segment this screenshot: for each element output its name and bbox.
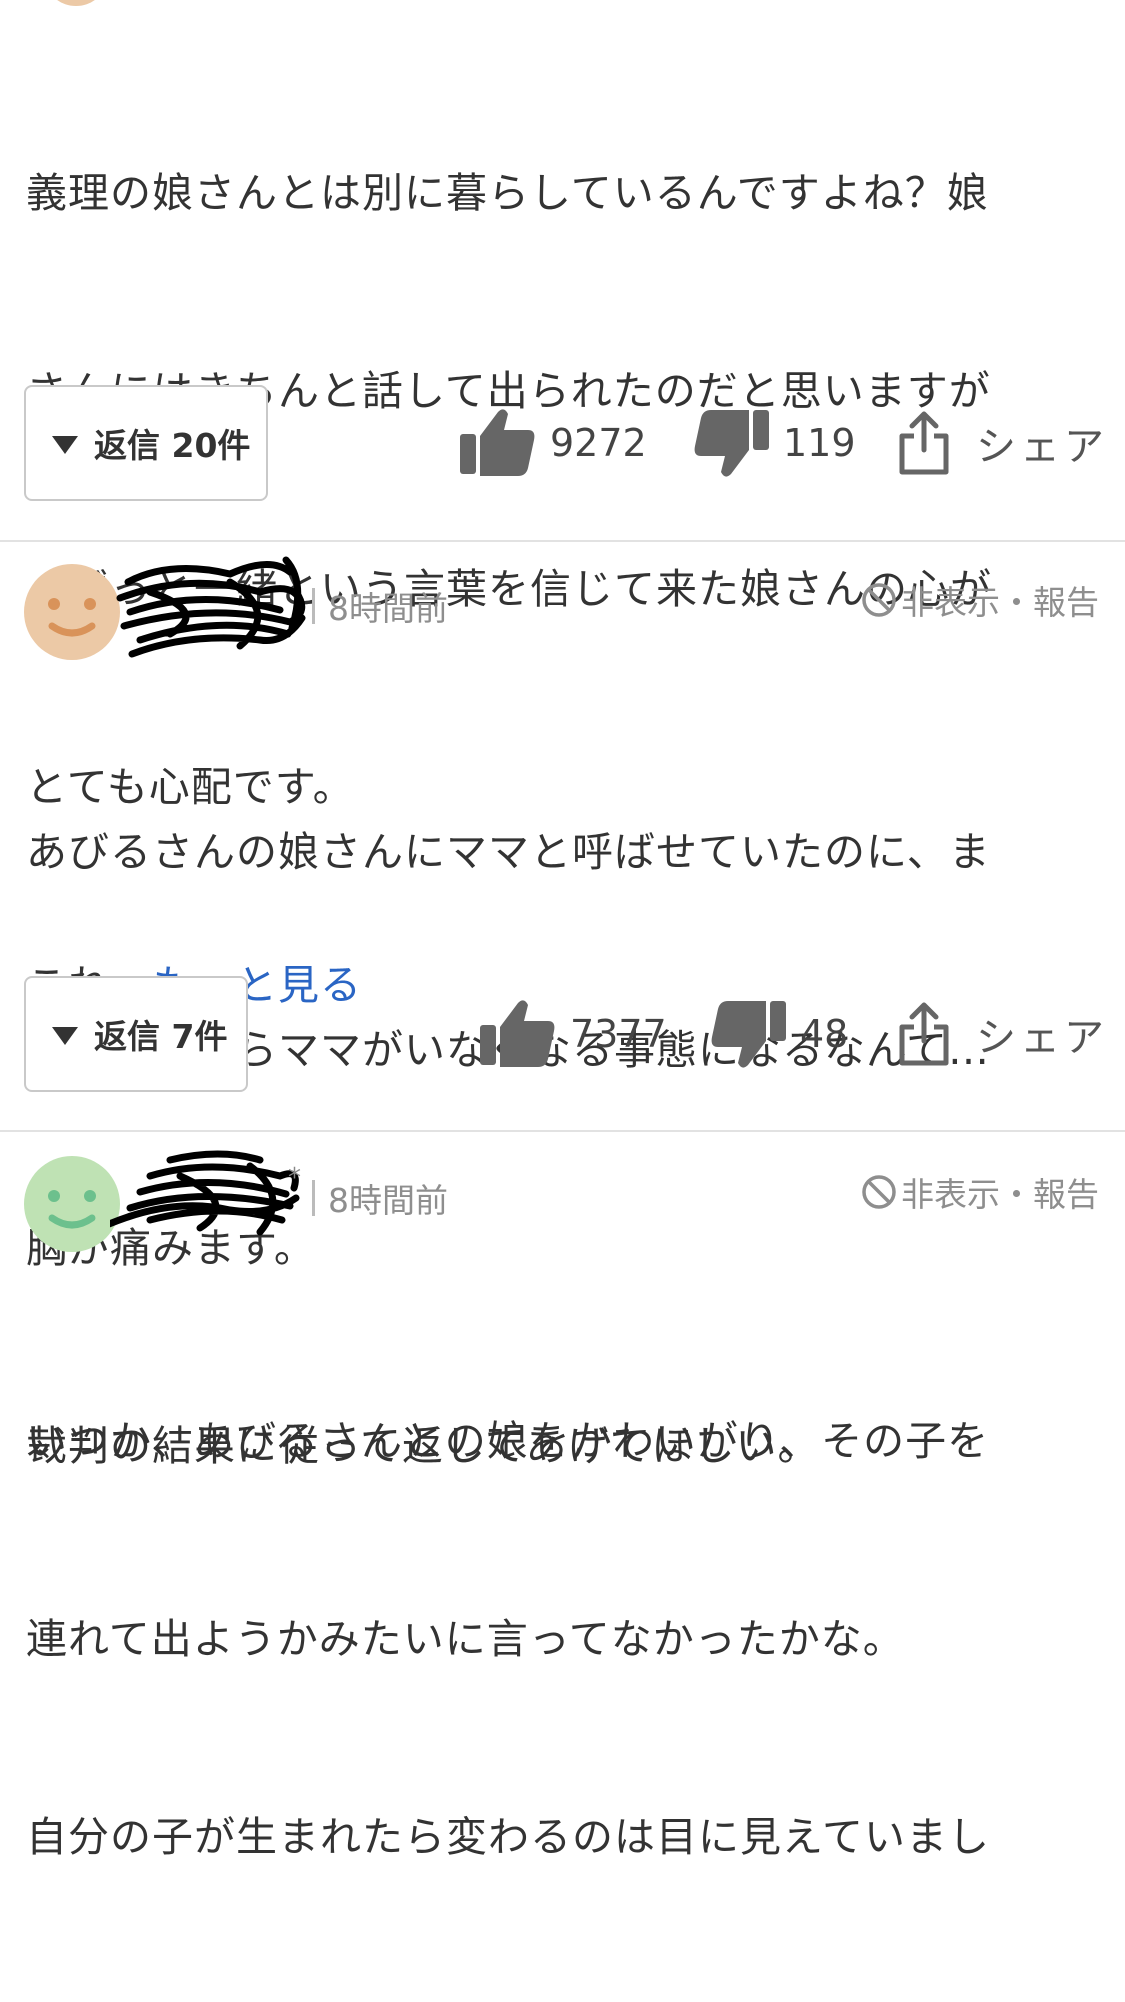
comment-line: 自分の子が生まれたら変わるのは目に見えていまし (26, 1813, 990, 1861)
thumbs-down-icon (711, 1001, 786, 1068)
svg-text:*: * (288, 1163, 301, 1193)
dislike-button[interactable]: 48 (710, 976, 848, 1092)
triangle-down-icon (52, 1027, 78, 1045)
comment-timestamp: 8時間前 (328, 1181, 448, 1220)
thumbs-up-icon (460, 409, 535, 476)
avatar[interactable] (24, 564, 120, 660)
thumbs-down-icon (694, 410, 769, 477)
replies-label: 返信 7件 (94, 1017, 228, 1056)
header-separator (312, 588, 315, 624)
redaction-scribble: * (110, 1150, 301, 1236)
share-button[interactable]: シェア (898, 976, 1108, 1092)
redaction-scribble (116, 556, 306, 658)
avatar[interactable] (24, 1156, 120, 1252)
dislike-button[interactable]: 119 (693, 385, 856, 501)
share-label: シェア (976, 1015, 1108, 1061)
comment-line: いつか、あびるさんとの娘をかわいがり、その子を (26, 1417, 990, 1465)
replies-button[interactable]: 返信 20件 (24, 385, 268, 501)
smiley-face-icon (48, 1190, 96, 1229)
comment-timestamp: 8時間前 (328, 589, 448, 628)
comment-line: あびるさんの娘さんにママと呼ばせていたのに、ま (26, 828, 991, 876)
divider (0, 1130, 1125, 1132)
share-label: シェア (976, 424, 1108, 470)
header-separator (312, 1180, 315, 1216)
comment-line: 義理の娘さんとは別に暮らしているんですよね？娘 (26, 169, 989, 217)
share-button[interactable]: シェア (898, 385, 1108, 501)
prohibited-icon (862, 1175, 896, 1209)
share-icon (899, 411, 949, 475)
avatar (48, 0, 104, 6)
replies-label: 返信 20件 (94, 426, 251, 465)
smiley-face-icon (48, 598, 96, 637)
hide-report-button[interactable]: 非表示・報告 (861, 576, 1099, 624)
hide-report-button[interactable]: 非表示・報告 (861, 1168, 1099, 1216)
like-count: 7377 (570, 1012, 667, 1056)
dislike-count: 48 (800, 1012, 849, 1056)
hide-report-label: 非表示・報告 (901, 1175, 1099, 1214)
comment-actions: 返信 20件 9272 119 シェア (0, 385, 1125, 505)
comment-body: いつか、あびるさんとの娘をかわいがり、その子を 連れて出ようかみたいに言ってなか… (26, 1276, 1086, 2002)
comment-header: 8時間前 非表示・報告 (0, 556, 1125, 660)
thumbs-up-icon (480, 1000, 555, 1067)
replies-button[interactable]: 返信 7件 (24, 976, 248, 1092)
comment-header: * 8時間前 非表示・報告 (0, 1150, 1125, 1252)
triangle-down-icon (52, 436, 78, 454)
like-count: 9272 (550, 421, 647, 465)
prohibited-icon (862, 583, 896, 617)
share-icon (899, 1002, 949, 1066)
dislike-count: 119 (783, 421, 856, 465)
like-button[interactable]: 7377 (480, 976, 667, 1092)
comment-actions: 返信 7件 7377 48 シェア (0, 976, 1125, 1096)
hide-report-label: 非表示・報告 (901, 583, 1099, 622)
like-button[interactable]: 9272 (460, 385, 647, 501)
comment-line: 連れて出ようかみたいに言ってなかったかな。 (26, 1615, 905, 1663)
divider (0, 540, 1125, 542)
